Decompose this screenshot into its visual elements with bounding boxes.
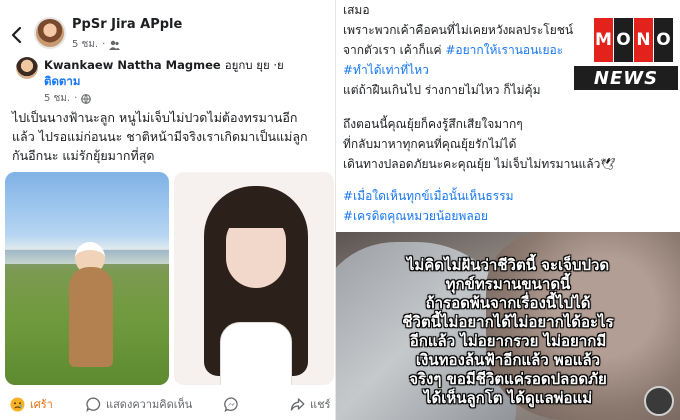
friends-icon (109, 40, 121, 50)
photo-caption-line: ชีวิตนี้ไม่อยากได้ไม่อยากได้อะไร (402, 313, 614, 331)
post-caption: ไปเป็นนางฟ้านะลูก หนูไม่เจ็บไม่ปวดไม่ต้อ… (12, 108, 330, 165)
hashtag-link[interactable]: #เมื่อใดเห็นทุกข์เมื่อนั้นเห็นธรรม (343, 186, 643, 206)
hashtag-link[interactable]: #อยากให้เรานอนเยอะ (445, 43, 563, 57)
hospital-photo[interactable]: ไม่คิดไม่ฝันว่าชีวิตนี้ จะเจ็บปวด ทุกข์ท… (336, 232, 680, 420)
person-body (69, 267, 113, 367)
sad-face-icon (10, 397, 25, 411)
shared-post-meta: 5 ชม. · (44, 91, 92, 106)
react-label: เศร้า (30, 398, 53, 411)
photo-caption-line: ทุกข์ทรมานขนาดนี้ (445, 275, 571, 293)
share-button[interactable]: แชร์ (290, 392, 330, 416)
post-text-line: เดินทางปลอดภัยนะคะคุณยุ้ย ไม่เจ็บไม่ทรมา… (343, 157, 616, 171)
post-text-line: ถึงตอนนี้คุณยุ้ยก็คงรู้สึกเสียใจมากๆ (343, 117, 523, 131)
share-label: แชร์ (310, 398, 331, 411)
post-text-line: เสมอ (343, 3, 370, 17)
avatar[interactable] (644, 386, 674, 416)
caption-line: แล้ว ไปรอแม่ก่อนนะ ชาติหน้ามีจริงเราเกิด… (12, 129, 308, 144)
portrait-shirt (220, 322, 292, 385)
portrait-bangs (222, 202, 290, 228)
photo-caption-line: ไม่คิดไม่ฝันว่าชีวิตนี้ จะเจ็บปวด (406, 256, 610, 274)
caption-line: กันอีกนะ แม่รักยุ้ยมากที่สุด (12, 148, 155, 163)
comment-icon (86, 397, 101, 412)
logo-letter: N (634, 18, 653, 62)
globe-icon (81, 93, 92, 104)
comment-label: แสดงความคิดเห็น (106, 398, 193, 411)
follow-link[interactable]: ติดตาม (44, 73, 80, 91)
page-avatar[interactable] (34, 17, 66, 49)
logo-mono-block: M O N O (594, 18, 673, 62)
post-photo-portrait[interactable] (174, 172, 334, 385)
hashtag-link[interactable]: #เครดิตคุณหมวยน้อยพลอย (343, 206, 643, 226)
logo-letter: O (614, 18, 633, 62)
photo-caption-line: ได้เห็นลูกโต ได้ดูแลพ่อแม่ (423, 389, 593, 407)
right-post-panel: เสมอ เพราะพวกเค้าคือคนที่ไม่เคยหวังผลประ… (336, 0, 680, 420)
post-action-bar: เศร้า แสดงความคิดเห็น แชร์ (0, 392, 335, 416)
messenger-icon (224, 396, 238, 412)
post-meta: 5 ชม. · (72, 37, 121, 52)
caption-line: ไปเป็นนางฟ้านะลูก หนูไม่เจ็บไม่ปวดไม่ต้อ… (12, 110, 298, 125)
photo-caption-line: เงินทองล้นฟ้าอีกแล้ว พอแล้ว (415, 351, 601, 369)
left-post-panel: PpSr Jira APple 5 ชม. · Kwankaew Nattha … (0, 0, 335, 420)
shared-author-avatar[interactable] (16, 57, 38, 79)
photo-caption-line: อีกแล้ว ไม่อยากรวย ไม่อยากมี (409, 332, 607, 350)
mono-news-logo: M O N O NEWS (574, 18, 678, 92)
post-text-segment: จากตัวเรา เค้าก็แค่ (343, 43, 446, 57)
comment-button[interactable]: แสดงความคิดเห็น (86, 392, 192, 416)
shared-author-name[interactable]: Kwankaew Nattha Magmee (44, 58, 221, 72)
shared-post-time: 5 ชม. (44, 93, 71, 104)
page-name[interactable]: PpSr Jira APple (72, 17, 182, 32)
shared-location: อยูกบ ยุย ·ย (224, 58, 284, 72)
react-button[interactable]: เศร้า (10, 392, 53, 416)
send-button[interactable] (224, 392, 244, 416)
post-text-line: ที่กลับมาหาทุกคนที่คุณยุ้ยรักไม่ได้ (343, 137, 517, 151)
logo-letter: O (654, 18, 673, 62)
photo-caption-line: ถ้ารอดพ้นจากเรื่องนี้ไปได้ (425, 294, 591, 312)
post-time: 5 ชม. (72, 39, 99, 50)
logo-news-text: NEWS (574, 66, 678, 90)
photo-caption-line: จริงๆ ขอมีชีวิตแค่รอดปลอดภัย (409, 370, 607, 388)
post-photo-field[interactable] (5, 172, 169, 385)
share-icon (290, 397, 305, 411)
logo-letter: M (594, 18, 613, 62)
back-arrow-icon[interactable] (8, 26, 26, 44)
